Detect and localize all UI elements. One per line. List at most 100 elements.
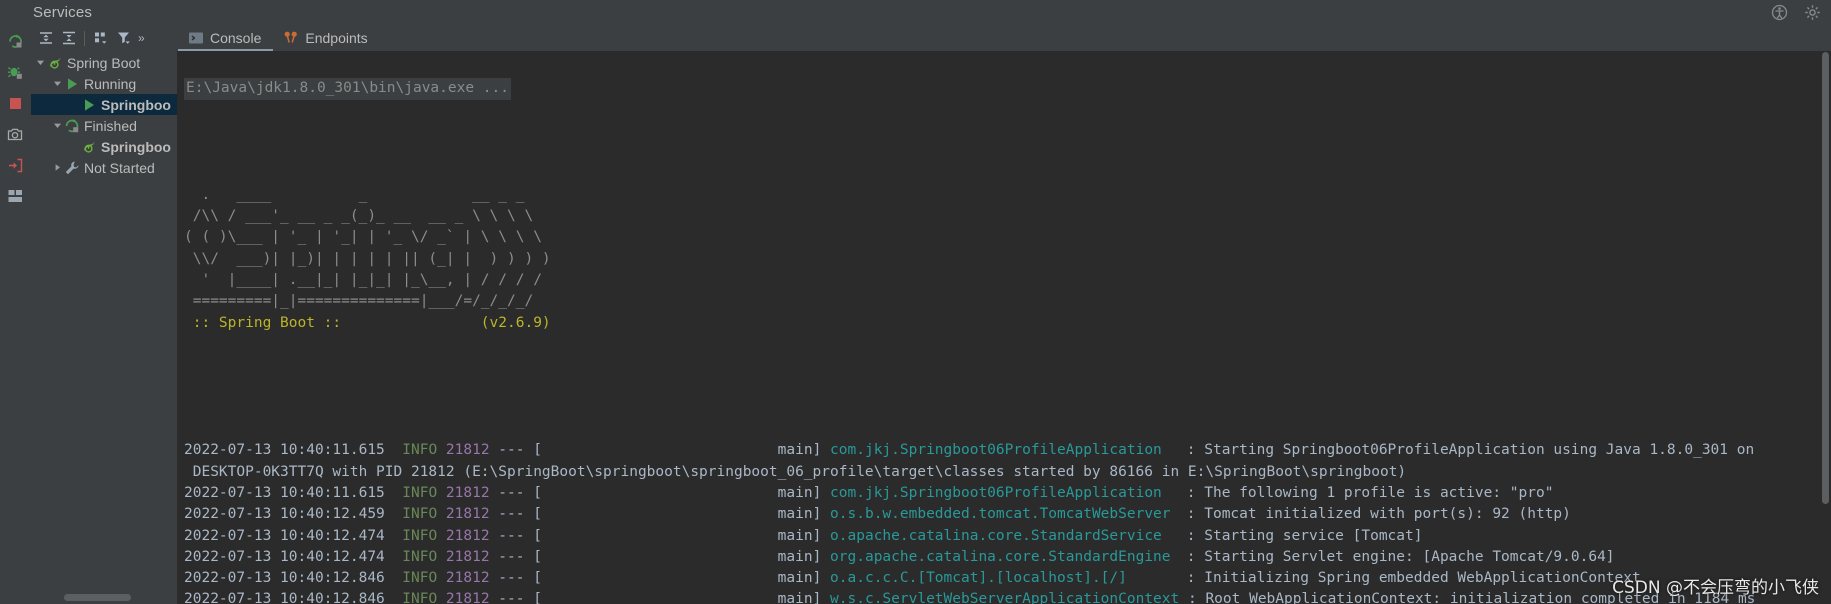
log-thread: main]	[541, 570, 831, 587]
rerun-icon[interactable]	[5, 30, 27, 52]
log-logger: com.jkj.Springboot06ProfileApplication	[830, 484, 1162, 501]
gear-icon[interactable]	[1804, 4, 1821, 21]
chevron-down-icon[interactable]	[51, 79, 64, 88]
toolbar-separator	[84, 30, 85, 46]
console-icon	[188, 30, 204, 46]
banner-line-2: /\\ / ___'_ __ _ _(_)_ __ __ _ \ \ \ \	[184, 208, 534, 225]
watermark-text: CSDN @不会压弯的小飞侠	[1612, 578, 1819, 598]
services-tree[interactable]: Spring Boot Running Springboo Finished S…	[31, 51, 178, 604]
run-actions-rail	[0, 25, 31, 604]
tree-node-label: Finished	[84, 117, 137, 134]
log-logger: com.jkj.Springboot06ProfileApplication	[830, 442, 1162, 459]
log-logger: w.s.c.ServletWebServerApplicationContext	[830, 591, 1180, 604]
exit-icon[interactable]	[5, 154, 27, 176]
log-lines-container: 2022-07-13 10:40:11.615 INFO 21812 --- […	[184, 440, 1831, 604]
log-line: 2022-07-13 10:40:12.474 INFO 21812 --- […	[184, 547, 1831, 568]
log-level: INFO	[402, 442, 438, 459]
banner-line-5: ' |____| .__|_| |_|_| |_\__, | / / / /	[184, 271, 542, 288]
camera-icon[interactable]	[5, 123, 27, 145]
log-separator: --- [	[489, 442, 542, 459]
tree-node-label: Springboo	[101, 138, 171, 155]
tree-node-not-started[interactable]: Not Started	[31, 157, 178, 178]
log-pid: 21812	[445, 570, 490, 587]
log-thread: main]	[541, 591, 831, 604]
chevron-down-icon[interactable]	[34, 58, 47, 67]
log-level: INFO	[402, 506, 438, 523]
console-command-line: E:\Java\jdk1.8.0_301\bin\java.exe ...	[184, 78, 512, 100]
collapse-all-icon[interactable]	[58, 28, 79, 49]
log-message: : Starting service [Tomcat]	[1178, 527, 1423, 544]
log-timestamp: 2022-07-13 10:40:12.474	[184, 527, 403, 544]
log-pid: 21812	[445, 506, 490, 523]
chevron-down-icon[interactable]	[51, 121, 64, 130]
console-scrollbar-thumb[interactable]	[1822, 52, 1829, 504]
filter-icon[interactable]	[113, 28, 134, 49]
group-by-icon[interactable]	[90, 28, 111, 49]
tab-strip: Console Endpoints	[178, 25, 1831, 51]
log-line-continuation: DESKTOP-0K3TT7Q with PID 21812 (E:\Sprin…	[184, 463, 1407, 480]
tree-node-label: Springboo	[101, 96, 171, 113]
log-timestamp: 2022-07-13 10:40:11.615	[184, 442, 403, 459]
log-logger: org.apache.catalina.core.StandardEngine	[830, 548, 1171, 565]
log-pid: 21812	[445, 548, 490, 565]
tree-node-label: Spring Boot	[67, 54, 141, 71]
log-line: 2022-07-13 10:40:12.846 INFO 21812 --- […	[184, 568, 1831, 589]
tree-node-springboot-running[interactable]: Springboo	[31, 94, 178, 115]
log-thread: main]	[541, 442, 831, 459]
log-thread: main]	[541, 484, 831, 501]
log-pid: 21812	[445, 591, 490, 604]
log-timestamp: 2022-07-13 10:40:12.846	[184, 591, 403, 604]
spring-boot-icon	[81, 139, 101, 155]
expand-all-icon[interactable]	[35, 28, 56, 49]
log-thread: main]	[541, 506, 831, 523]
console-vertical-scrollbar[interactable]	[1821, 52, 1830, 603]
log-gap	[437, 528, 446, 544]
log-gap	[437, 442, 446, 458]
log-level: INFO	[402, 484, 438, 501]
log-level: INFO	[402, 591, 438, 604]
tree-scrollbar-thumb[interactable]	[64, 594, 131, 601]
tab-endpoints[interactable]: Endpoints	[273, 25, 379, 51]
endpoints-icon	[283, 30, 299, 46]
log-gap	[437, 485, 446, 501]
console-text: E:\Java\jdk1.8.0_301\bin\java.exe ... . …	[178, 51, 1831, 604]
log-separator: --- [	[489, 570, 542, 587]
log-thread: main]	[541, 527, 831, 544]
log-separator: --- [	[489, 506, 542, 523]
console-output-panel[interactable]: E:\Java\jdk1.8.0_301\bin\java.exe ... . …	[178, 51, 1831, 604]
log-gap	[437, 591, 446, 604]
banner-line-4: \\/ ___)| |_)| | | | | || (_| | ) ) ) )	[184, 250, 551, 267]
toolbar-overflow-button[interactable]: »	[136, 31, 147, 45]
log-timestamp: 2022-07-13 10:40:12.474	[184, 548, 403, 565]
tree-node-label: Not Started	[84, 159, 155, 176]
banner-line-1: . ____ _ __ _ _	[184, 186, 525, 203]
log-message: : Starting Springboot06ProfileApplicatio…	[1178, 442, 1755, 459]
log-pid: 21812	[445, 442, 490, 459]
log-timestamp: 2022-07-13 10:40:11.615	[184, 484, 403, 501]
log-gap	[437, 549, 446, 565]
tab-console[interactable]: Console	[178, 25, 274, 51]
log-timestamp: 2022-07-13 10:40:12.846	[184, 570, 403, 587]
tree-node-finished[interactable]: Finished	[31, 115, 178, 136]
run-green-icon	[81, 97, 101, 113]
log-message: : Initializing Spring embedded WebApplic…	[1178, 570, 1641, 587]
tree-node-springboot-finished[interactable]: Springboo	[31, 136, 178, 157]
layout-icon[interactable]	[5, 185, 27, 207]
log-logger: o.apache.catalina.core.StandardService	[830, 527, 1162, 544]
wrench-icon	[64, 160, 84, 176]
run-green-icon	[64, 76, 84, 92]
log-separator: --- [	[489, 484, 542, 501]
chevron-right-icon[interactable]	[51, 163, 64, 172]
log-separator: --- [	[489, 527, 542, 544]
log-separator: --- [	[489, 591, 542, 604]
accessibility-icon[interactable]	[1771, 4, 1788, 21]
log-line: 2022-07-13 10:40:12.846 INFO 21812 --- […	[184, 589, 1831, 604]
tree-node-running[interactable]: Running	[31, 73, 178, 94]
tree-node-spring-boot[interactable]: Spring Boot	[31, 52, 178, 73]
stop-icon[interactable]	[5, 92, 27, 114]
banner-version-line: :: Spring Boot :: (v2.6.9)	[184, 314, 551, 331]
log-logger: o.s.b.w.embedded.tomcat.TomcatWebServer	[830, 506, 1171, 523]
debug-icon[interactable]	[5, 61, 27, 83]
